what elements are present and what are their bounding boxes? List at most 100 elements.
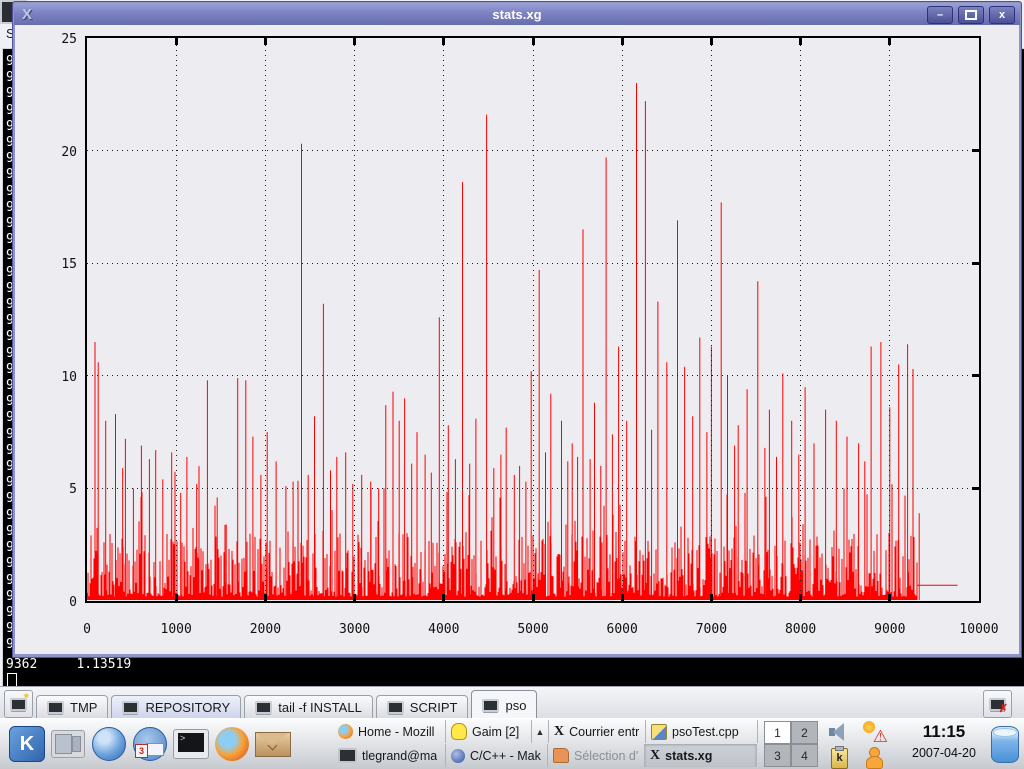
terminal-icon xyxy=(387,701,404,714)
task-stats-xg[interactable]: Xstats.xg xyxy=(645,744,757,767)
tab-label: tail -f INSTALL xyxy=(278,700,362,715)
system-tray: k xyxy=(828,721,894,767)
konqueror-launcher[interactable] xyxy=(90,724,128,764)
y-tick-label: 15 xyxy=(35,257,77,272)
clock-applet[interactable]: 11:15 2007-04-20 xyxy=(896,721,992,763)
task-label: Courrier entr xyxy=(569,725,639,739)
terminal-icon xyxy=(482,699,499,712)
tab-script[interactable]: SCRIPT xyxy=(376,695,469,719)
firefox-icon xyxy=(215,727,249,761)
quick-launchers: K xyxy=(8,724,292,764)
y-tick-label: 0 xyxy=(35,595,77,610)
new-tab-button[interactable]: ✷ xyxy=(4,690,33,718)
x-task-icon: X xyxy=(554,724,564,740)
x-tick-label: 3000 xyxy=(327,622,383,637)
task-courrier-entr[interactable]: X Courrier entr xyxy=(549,720,646,743)
y-tick-label: 5 xyxy=(35,482,77,497)
person-icon[interactable] xyxy=(862,746,888,769)
task-label: stats.xg xyxy=(665,749,712,763)
terminal-icon xyxy=(47,701,64,714)
plot-grid xyxy=(87,38,979,601)
taskbar: Home - Mozill Gaim [2] ▲ X Courrier entr psoT… xyxy=(333,720,763,768)
task-c-c-mak[interactable]: C/C++ - Mak xyxy=(446,744,548,767)
minimize-button[interactable]: – xyxy=(927,6,953,24)
kate-task-icon xyxy=(651,724,667,740)
kontact-icon xyxy=(133,727,167,761)
close-session-button[interactable]: ✗ xyxy=(983,690,1012,718)
warning-icon[interactable] xyxy=(862,721,888,744)
firefox-launcher[interactable] xyxy=(213,724,251,764)
cpp-task-icon xyxy=(451,749,465,763)
task-tlegrand-ma[interactable]: tlegrand@ma xyxy=(333,744,446,767)
kmenu-button[interactable]: K xyxy=(8,724,46,764)
y-tick-label: 20 xyxy=(35,145,77,160)
plot-background: 0510152025 01000200030004000500060007000… xyxy=(15,25,1019,654)
system-launcher[interactable] xyxy=(49,724,87,764)
tab-tail-f-install[interactable]: tail -f INSTALL xyxy=(244,695,373,719)
mail-launcher[interactable] xyxy=(254,724,292,764)
x-tick-label: 2000 xyxy=(237,622,293,637)
taskbar-row-2: tlegrand@ma C/C++ - Mak Sélection d'a Xstat… xyxy=(333,744,763,767)
taskbar-scroll-up-arrow[interactable]: ▲ xyxy=(532,720,549,743)
x-tick-label: 6000 xyxy=(594,622,650,637)
tab-pso[interactable]: pso xyxy=(471,690,537,719)
tab-tmp[interactable]: TMP xyxy=(36,695,108,719)
volume-icon[interactable] xyxy=(828,721,854,744)
task-psotest-cpp[interactable]: psoTest.cpp xyxy=(646,720,758,743)
maximize-button[interactable] xyxy=(958,6,984,24)
kmenu-icon: K xyxy=(9,726,45,762)
clock-date: 2007-04-20 xyxy=(896,743,992,763)
pager-desktop-1[interactable]: 1 xyxy=(764,721,791,744)
system-icon xyxy=(51,730,85,758)
x-tick-label: 1000 xyxy=(148,622,204,637)
tab-repository[interactable]: REPOSITORY xyxy=(111,695,241,719)
tab-label: REPOSITORY xyxy=(145,700,230,715)
tab-label: TMP xyxy=(70,700,97,715)
x-tick-label: 5000 xyxy=(505,622,561,637)
maximize-icon xyxy=(965,10,977,20)
clock-time: 11:15 xyxy=(896,721,992,743)
terminal-icon xyxy=(122,701,139,714)
konqueror-globe-icon xyxy=(92,727,126,761)
pager-desktop-2[interactable]: 2 xyxy=(791,721,818,744)
mail-envelope-icon xyxy=(255,732,291,757)
glass-icon[interactable] xyxy=(991,726,1019,763)
task-label: Sélection d'a xyxy=(574,749,639,763)
ark-task-icon xyxy=(553,748,569,763)
session-tabs: TMP REPOSITORY tail -f INSTALL SCRIPT pso xyxy=(36,687,537,719)
y-tick-label: 25 xyxy=(35,32,77,47)
kontact-launcher[interactable] xyxy=(131,724,169,764)
task-label: Home - Mozill xyxy=(358,725,434,739)
close-button[interactable]: x xyxy=(989,6,1015,24)
titlebar[interactable]: X stats.xg – x xyxy=(14,3,1020,25)
pager-desktop-4[interactable]: 4 xyxy=(791,744,818,767)
task-label: tlegrand@ma xyxy=(362,749,437,763)
kde-panel: K Home - Mozill Gaim [2] ▲ X Courrier entr ps… xyxy=(0,718,1024,769)
gaim-task-icon xyxy=(451,723,467,740)
terminal-icon xyxy=(255,701,272,714)
konsole-launcher[interactable] xyxy=(172,724,210,764)
tab-label: pso xyxy=(505,698,526,713)
desktop-pager: 1234 xyxy=(764,721,818,767)
task-home-mozill[interactable]: Home - Mozill xyxy=(333,720,446,743)
plot-canvas[interactable] xyxy=(85,36,981,603)
klipper-icon[interactable]: k xyxy=(831,748,848,769)
new-session-sparkle-icon: ✷ xyxy=(22,692,30,701)
pager-desktop-3[interactable]: 3 xyxy=(764,744,791,767)
x-task-icon: X xyxy=(650,748,660,764)
cursor-x-value: 9362 xyxy=(6,657,37,672)
taskbar-row-1: Home - Mozill Gaim [2] ▲ X Courrier entr psoT… xyxy=(333,720,763,743)
stats-xg-window: X stats.xg – x 0510152025 01000200030004… xyxy=(13,2,1021,657)
task-s-lection-d-a[interactable]: Sélection d'a xyxy=(548,744,645,767)
task-label: C/C++ - Mak xyxy=(470,749,541,763)
x-tick-label: 10000 xyxy=(951,622,1007,637)
task-gaim-2-[interactable]: Gaim [2] xyxy=(446,720,532,743)
konsole-icon xyxy=(173,729,209,759)
window-title: stats.xg xyxy=(14,7,1020,22)
ff-task-icon xyxy=(338,724,353,739)
task-label: psoTest.cpp xyxy=(672,725,739,739)
x-tick-label: 4000 xyxy=(416,622,472,637)
task-label: Gaim [2] xyxy=(472,725,519,739)
kons-task-icon xyxy=(338,748,357,763)
close-session-x-icon: ✗ xyxy=(999,704,1008,714)
